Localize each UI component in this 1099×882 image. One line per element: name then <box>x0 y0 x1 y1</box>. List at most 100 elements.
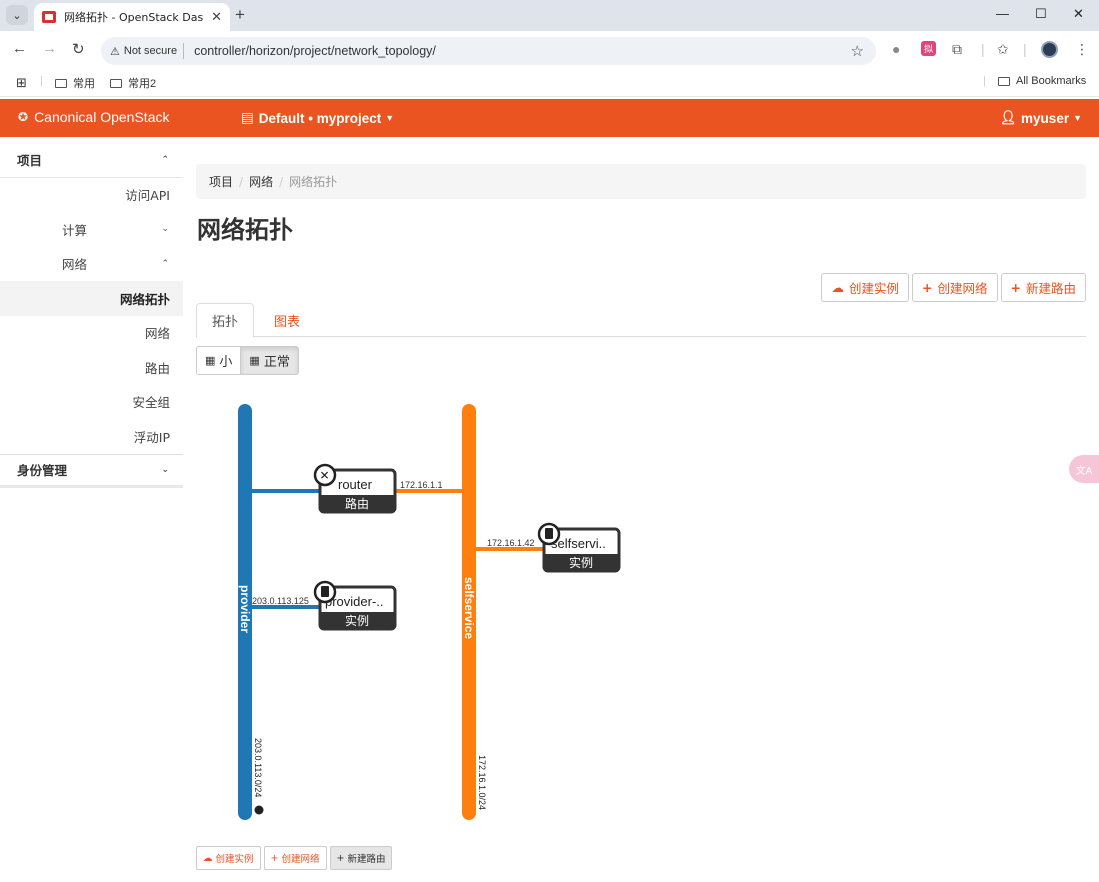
chevron-down-icon: ⌄ <box>161 224 169 235</box>
sidebar-label: 浮动IP <box>133 429 170 445</box>
brand-text: Canonical OpenStack <box>34 109 170 125</box>
tab-search-chevron-icon[interactable]: ⌄ <box>6 5 28 25</box>
chevron-up-icon: ⌃ <box>161 154 169 165</box>
bottom-actions: ☁ 创建实例 + 创建网络 + 新建路由 <box>196 846 393 870</box>
chevron-down-icon: ⌄ <box>161 464 169 475</box>
browser-tab[interactable]: 网络拓扑 - OpenStack Dashbo ✕ <box>34 3 230 31</box>
extensions-puzzle-icon[interactable]: ⧉ <box>952 41 962 58</box>
button-label: 新建路由 <box>1025 281 1076 296</box>
sidebar-item-floating-ips[interactable]: 浮动IP <box>0 419 183 454</box>
folder-icon <box>998 76 1010 86</box>
button-label: 创建实例 <box>848 281 899 296</box>
sidebar: 项目 ⌃ 访问API 计算 ⌄ 网络 ⌃ 网络拓扑 网络 路由 安全组 浮动IP… <box>0 143 183 488</box>
sidebar-group-network[interactable]: 网络 ⌃ <box>0 247 183 282</box>
bottom-create-instance-button[interactable]: ☁ 创建实例 <box>196 846 261 870</box>
tab-graph[interactable]: 图表 <box>259 303 315 337</box>
breadcrumb-current: 网络拓扑 <box>289 175 338 189</box>
sidebar-label: 安全组 <box>132 395 170 411</box>
security-indicator[interactable]: ⚠ Not secure <box>110 45 177 58</box>
all-bookmarks[interactable]: All Bookmarks <box>998 75 1086 87</box>
breadcrumb-separator: / <box>279 174 284 189</box>
brand-link[interactable]: ✪ Canonical OpenStack <box>18 109 169 125</box>
user-icon: 👤︎ <box>999 110 1018 125</box>
browser-tabstrip: ⌄ 网络拓扑 - OpenStack Dashbo ✕ + — ☐ ✕ <box>0 0 1099 31</box>
url-text[interactable]: controller/horizon/project/network_topol… <box>194 44 436 58</box>
caret-down-icon: ▼ <box>385 113 395 123</box>
router-name: router <box>338 477 373 492</box>
plus-icon: + <box>922 280 933 295</box>
extension-badge-icon[interactable]: 拟 <box>921 41 936 56</box>
button-label: 小 <box>219 355 233 370</box>
sidebar-item-api-access[interactable]: 访问API <box>0 178 183 213</box>
warning-icon: ⚠ <box>110 45 120 58</box>
ubuntu-logo-icon: ✪ <box>18 110 29 124</box>
page-actions: ☁ 创建实例 + 创建网络 + 新建路由 <box>821 273 1086 302</box>
bookmarks-divider: | <box>40 75 43 87</box>
close-window-icon[interactable]: ✕ <box>1073 6 1084 22</box>
browser-menu-icon[interactable]: ⋮ <box>1075 41 1089 58</box>
button-label: 创建网络 <box>937 281 988 296</box>
plus-icon: + <box>336 852 345 864</box>
project-switcher[interactable]: ▤ Default • myproject ▼ <box>241 110 394 126</box>
page-title: 网络拓扑 <box>197 216 293 244</box>
router-port-ip: 172.16.1.1 <box>400 480 443 490</box>
tab-topology[interactable]: 拓扑 <box>196 303 255 338</box>
apps-grid-icon[interactable]: ⊞ <box>16 75 27 91</box>
instance-node-provider[interactable]: provider-.. 实例 <box>313 580 397 631</box>
bookmarks-divider-right: | <box>983 75 986 87</box>
sidebar-item-networks[interactable]: 网络 <box>0 316 183 351</box>
security-label: Not secure <box>123 45 178 57</box>
create-instance-button[interactable]: ☁ 创建实例 <box>821 273 909 302</box>
sidebar-label: 访问API <box>125 188 170 204</box>
address-bar[interactable]: ⚠ Not secure controller/horizon/project/… <box>101 37 876 65</box>
bookmark-folder-2[interactable]: 常用2 <box>110 75 156 91</box>
button-label: 正常 <box>263 355 290 370</box>
create-network-button[interactable]: + 创建网络 <box>912 273 998 302</box>
minimize-icon[interactable]: — <box>996 6 1009 21</box>
bottom-create-router-button[interactable]: + 新建路由 <box>329 846 393 870</box>
reading-list-icon[interactable]: ✩ <box>997 41 1009 58</box>
sidebar-section-identity[interactable]: 身份管理 ⌄ <box>0 453 183 488</box>
back-icon[interactable]: ← <box>12 40 27 57</box>
normal-view-button[interactable]: ▦ 正常 <box>241 346 299 375</box>
profile-avatar[interactable] <box>1041 41 1058 58</box>
maximize-icon[interactable]: ☐ <box>1035 6 1047 22</box>
bookmark-folder-1[interactable]: 常用 <box>55 75 95 91</box>
translate-float-icon[interactable]: 文A <box>1069 455 1099 483</box>
breadcrumb-network[interactable]: 网络 <box>249 173 273 190</box>
instance-port-ip-selfservice: 172.16.1.42 <box>487 538 535 548</box>
small-view-button[interactable]: ▦ 小 <box>196 346 242 375</box>
plus-icon: + <box>270 852 279 864</box>
sidebar-label: 计算 <box>61 222 87 238</box>
globe-icon <box>254 805 264 815</box>
sidebar-item-security-groups[interactable]: 安全组 <box>0 385 183 420</box>
router-type-label: 路由 <box>345 496 369 511</box>
toolbar-divider-2: | <box>1023 41 1027 57</box>
breadcrumb-project[interactable]: 项目 <box>209 173 233 190</box>
instance-node-selfservice[interactable]: selfservi.. 实例 <box>537 522 621 573</box>
new-tab-icon[interactable]: + <box>235 5 245 25</box>
sidebar-item-routers[interactable]: 路由 <box>0 350 183 385</box>
bookmark-star-icon[interactable]: ☆ <box>851 42 864 60</box>
user-menu[interactable]: 👤︎ myuser ▼ <box>1000 110 1082 126</box>
sidebar-item-network-topology[interactable]: 网络拓扑 <box>0 281 183 316</box>
plus-icon: + <box>1010 280 1021 295</box>
forward-icon[interactable]: → <box>42 40 57 57</box>
create-router-button[interactable]: + 新建路由 <box>1000 273 1086 302</box>
omnibox-divider <box>183 43 185 59</box>
toolbar-divider: | <box>981 41 985 57</box>
extension-circle-icon[interactable]: ● <box>892 41 900 57</box>
folder-icon <box>55 78 67 88</box>
breadcrumb-separator: / <box>239 174 244 189</box>
tab-close-icon[interactable]: ✕ <box>211 9 222 25</box>
bottom-create-network-button[interactable]: + 创建网络 <box>263 846 327 870</box>
router-node[interactable]: router 路由 ✕ <box>313 463 397 514</box>
button-label: 创建实例 <box>215 854 254 865</box>
sidebar-label: 身份管理 <box>17 463 68 479</box>
reload-icon[interactable]: ↻ <box>72 40 85 58</box>
instance-type-label: 实例 <box>569 555 593 570</box>
network-cidr-selfservice: 172.16.1.0/24 <box>477 755 487 810</box>
sidebar-section-project[interactable]: 项目 ⌃ <box>0 143 183 178</box>
horizon-navbar: ✪ Canonical OpenStack ▤ Default • myproj… <box>0 99 1099 137</box>
sidebar-group-compute[interactable]: 计算 ⌄ <box>0 212 183 247</box>
